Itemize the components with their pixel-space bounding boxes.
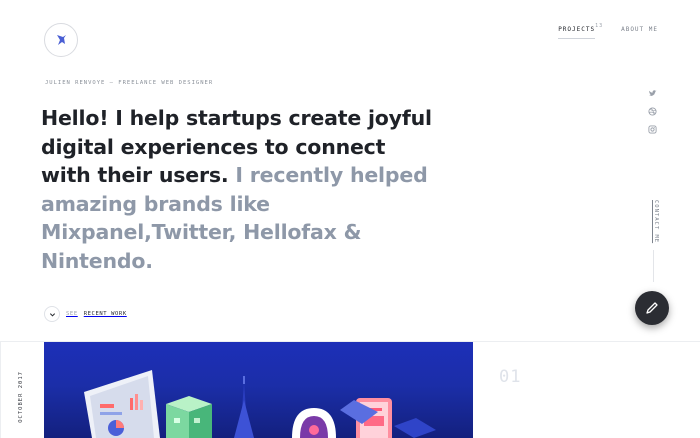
see-recent-work-link[interactable]: SEE RECENT WORK bbox=[44, 306, 127, 322]
nav-about[interactable]: ABOUT ME bbox=[621, 26, 658, 38]
pencil-icon bbox=[646, 302, 658, 314]
recent-work-label: RECENT WORK bbox=[83, 311, 127, 317]
twitter-link[interactable] bbox=[647, 88, 657, 98]
instagram-link[interactable] bbox=[647, 124, 657, 134]
nav-projects-label: PROJECTS bbox=[558, 26, 596, 33]
nav-about-label: ABOUT ME bbox=[621, 26, 658, 33]
hero-eyebrow: JULIEN RENVOYE — FREELANCE WEB DESIGNER bbox=[45, 80, 214, 86]
logo[interactable] bbox=[44, 23, 78, 57]
contact-fab-button[interactable] bbox=[635, 291, 669, 325]
nav-projects[interactable]: PROJECTS 13 bbox=[558, 23, 602, 39]
building-illustration bbox=[166, 396, 212, 438]
hero-headline: Hello! I help startups create joyful dig… bbox=[41, 104, 436, 275]
dribbble-link[interactable] bbox=[647, 106, 657, 116]
scroll-down-button bbox=[44, 306, 60, 322]
main-nav: PROJECTS 13 ABOUT ME bbox=[558, 23, 658, 39]
nav-projects-count: 13 bbox=[595, 23, 604, 29]
chevron-down-icon bbox=[49, 312, 55, 317]
project-date: OCTOBER 2017 bbox=[18, 371, 24, 423]
instagram-icon bbox=[647, 124, 657, 134]
bird-logo-icon bbox=[57, 35, 66, 45]
project-number: 01 bbox=[499, 367, 522, 387]
laptop-illustration bbox=[84, 370, 160, 438]
twitter-icon bbox=[648, 89, 657, 96]
social-links bbox=[647, 88, 657, 134]
contact-link[interactable]: CONTACT ME bbox=[653, 200, 659, 243]
see-prefix: SEE bbox=[66, 311, 78, 317]
tower-illustration bbox=[234, 376, 254, 438]
project-left-border bbox=[0, 342, 1, 438]
project-hero-image[interactable] bbox=[44, 342, 473, 438]
device-illustration bbox=[292, 408, 336, 438]
dribbble-icon bbox=[647, 106, 657, 116]
contact-divider bbox=[653, 250, 654, 282]
project-illustration bbox=[84, 370, 436, 438]
